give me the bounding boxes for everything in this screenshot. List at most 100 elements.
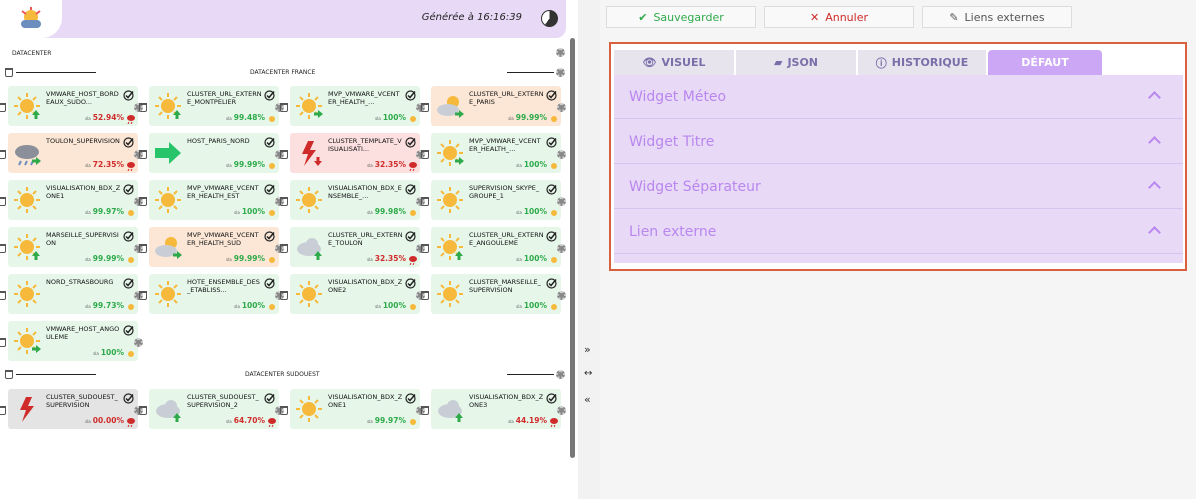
trash-icon[interactable] [421, 150, 429, 159]
trash-icon[interactable] [0, 150, 6, 159]
trash-icon[interactable] [421, 103, 429, 112]
gear-icon[interactable] [557, 291, 566, 300]
weather-tile[interactable]: CLUSTER_URL_EXTERNE_ANGOULEME sla 100% [421, 227, 566, 267]
trash-icon[interactable] [0, 406, 6, 415]
splitter[interactable]: » ↔ « [578, 0, 600, 499]
trash-icon[interactable] [139, 150, 147, 159]
trash-icon[interactable] [421, 406, 429, 415]
weather-icon [153, 280, 183, 308]
external-links-button[interactable]: ✎ Liens externes [922, 6, 1072, 28]
weather-tile[interactable]: MVP_VMWARE_VCENTER_HEALTH_SUD sla 99.99% [139, 227, 284, 267]
weather-tile[interactable]: VISUALISATION_BDX_ENSEMBLE_... sla 99.98% [280, 180, 425, 220]
clock-icon[interactable] [541, 10, 558, 27]
weather-tile[interactable]: SUPERVISION_SKYPE_GROUPE_1 sla 100% [421, 180, 566, 220]
trash-icon[interactable] [280, 244, 288, 253]
trash-icon[interactable] [139, 244, 147, 253]
accordion-widget-titre[interactable]: Widget Titre [614, 120, 1183, 164]
check-icon: ✔ [638, 10, 648, 24]
weather-tile[interactable]: TOULON_SUPERVISION sla 72.35% [0, 133, 143, 173]
tab-json[interactable]: ▰ JSON [736, 50, 856, 75]
trash-icon[interactable] [139, 291, 147, 300]
sun-mini-icon [410, 210, 416, 216]
tile-value: sla 99.97% [367, 416, 406, 425]
value-prefix: sla [516, 163, 522, 168]
weather-tile[interactable]: CLUSTER_URL_EXTERNE_MONTPELIER sla 99.48% [139, 86, 284, 126]
gear-icon[interactable] [556, 68, 565, 77]
value-prefix: sla [85, 304, 91, 309]
rain-mini-icon [127, 115, 135, 124]
weather-tile[interactable]: VISUALISATION_BDX_ZONE3 sla 44.19% [421, 389, 566, 429]
weather-tile[interactable]: CLUSTER_URL_EXTERNE_TOULON sla 32.35% [280, 227, 425, 267]
value-prefix: sla [85, 163, 91, 168]
tile-value: sla 100% [93, 348, 124, 357]
weather-tile[interactable]: VMWARE_HOST_BORDEAUX_SUDO... sla 52.94% [0, 86, 143, 126]
trash-icon[interactable] [5, 68, 13, 77]
gear-icon[interactable] [557, 244, 566, 253]
chevron-up-icon [1148, 181, 1161, 194]
tab-visuel[interactable]: 👁 VISUEL [614, 50, 734, 75]
trash-icon[interactable] [5, 370, 13, 379]
gear-icon[interactable] [134, 338, 143, 347]
weather-tile[interactable]: VISUALISATION_BDX_ZONE2 sla 100% [280, 274, 425, 314]
weather-tile[interactable]: CLUSTER_SUDOUEST_SUPERVISION sla 00.00% [0, 389, 143, 429]
weather-tile[interactable]: CLUSTER_TEMPLATE_VISUALISATI... sla 32.35% [280, 133, 425, 173]
gear-icon[interactable] [557, 150, 566, 159]
weather-tile[interactable]: MVP_VMWARE_VCENTER_HEALTH_... sla 100% [280, 86, 425, 126]
weather-tile[interactable]: HOTE_ENSEMBLE_DES_ETABLISS... sla 100% [139, 274, 284, 314]
collapse-left-icon[interactable]: « [584, 393, 591, 406]
value-prefix: sla [226, 257, 232, 262]
trash-icon[interactable] [421, 291, 429, 300]
weather-tile[interactable]: VISUALISATION_BDX_ZONE1 sla 99.97% [280, 389, 425, 429]
trend-arrow-icon [314, 251, 322, 260]
trash-icon[interactable] [280, 197, 288, 206]
trash-icon[interactable] [0, 244, 6, 253]
gear-icon[interactable] [556, 48, 565, 57]
trash-icon[interactable] [139, 103, 147, 112]
accordion-lien-externe[interactable]: Lien externe [614, 210, 1183, 254]
trash-icon[interactable] [139, 197, 147, 206]
weather-tile[interactable]: CLUSTER_URL_EXTERNE_PARIS sla 99.99% [421, 86, 566, 126]
tile-name: VMWARE_HOST_ANGOULEME [46, 325, 120, 341]
gear-icon[interactable] [557, 103, 566, 112]
trash-icon[interactable] [280, 291, 288, 300]
trash-icon[interactable] [0, 197, 6, 206]
trash-icon[interactable] [0, 103, 6, 112]
trash-icon[interactable] [280, 406, 288, 415]
check-circle-icon [123, 325, 134, 336]
value-prefix: sla [85, 419, 91, 424]
trash-icon[interactable] [280, 150, 288, 159]
weather-icon [153, 395, 183, 423]
value-prefix: sla [516, 304, 522, 309]
weather-tile[interactable]: VISUALISATION_BDX_ZONE1 sla 99.97% [0, 180, 143, 220]
weather-tile[interactable]: HOST_PARIS_NORD sla 99.99% [139, 133, 284, 173]
sun-mini-icon [269, 163, 275, 169]
gear-icon[interactable] [557, 406, 566, 415]
accordion-widget-meteo[interactable]: Widget Méteo [614, 75, 1183, 119]
trash-icon[interactable] [421, 197, 429, 206]
weather-tile[interactable]: CLUSTER_MARSEILLE_SUPERVISION sla 100% [421, 274, 566, 314]
value-prefix: sla [508, 419, 514, 424]
gear-icon[interactable] [557, 197, 566, 206]
tab-historique[interactable]: ⓘ HISTORIQUE [858, 50, 986, 75]
trend-arrow-icon [455, 157, 464, 165]
save-button[interactable]: ✔ Sauvegarder [606, 6, 756, 28]
trash-icon[interactable] [0, 291, 6, 300]
weather-tile[interactable]: NORD_STRASBOURG sla 99.73% [0, 274, 143, 314]
weather-tile[interactable]: CLUSTER_SUDOUEST_SUPERVISION_2 sla 64.70% [139, 389, 284, 429]
scrollbar[interactable] [570, 38, 575, 458]
weather-icon [435, 233, 465, 261]
trash-icon[interactable] [280, 103, 288, 112]
weather-tile[interactable]: MVP_VMWARE_VCENTER_HEALTH_... sla 100% [421, 133, 566, 173]
weather-tile[interactable]: VMWARE_HOST_ANGOULEME sla 100% [0, 321, 143, 361]
trash-icon[interactable] [0, 338, 6, 347]
tab-defaut[interactable]: DÉFAUT [988, 50, 1102, 75]
weather-tile[interactable]: MVP_VMWARE_VCENTER_HEALTH_EST sla 100% [139, 180, 284, 220]
trash-icon[interactable] [139, 406, 147, 415]
weather-tile[interactable]: MARSEILLE_SUPERVISION sla 99.99% [0, 227, 143, 267]
cancel-button[interactable]: ✕ Annuler [764, 6, 914, 28]
resize-icon[interactable]: ↔ [584, 368, 592, 379]
gear-icon[interactable] [556, 370, 565, 379]
trash-icon[interactable] [421, 244, 429, 253]
expand-right-icon[interactable]: » [584, 343, 591, 356]
accordion-widget-separateur[interactable]: Widget Séparateur [614, 165, 1183, 209]
